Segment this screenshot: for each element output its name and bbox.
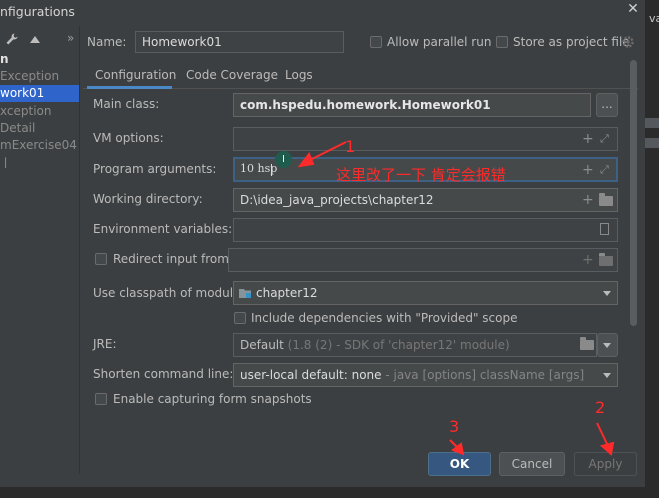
- annotation-arrows: [297, 141, 615, 456]
